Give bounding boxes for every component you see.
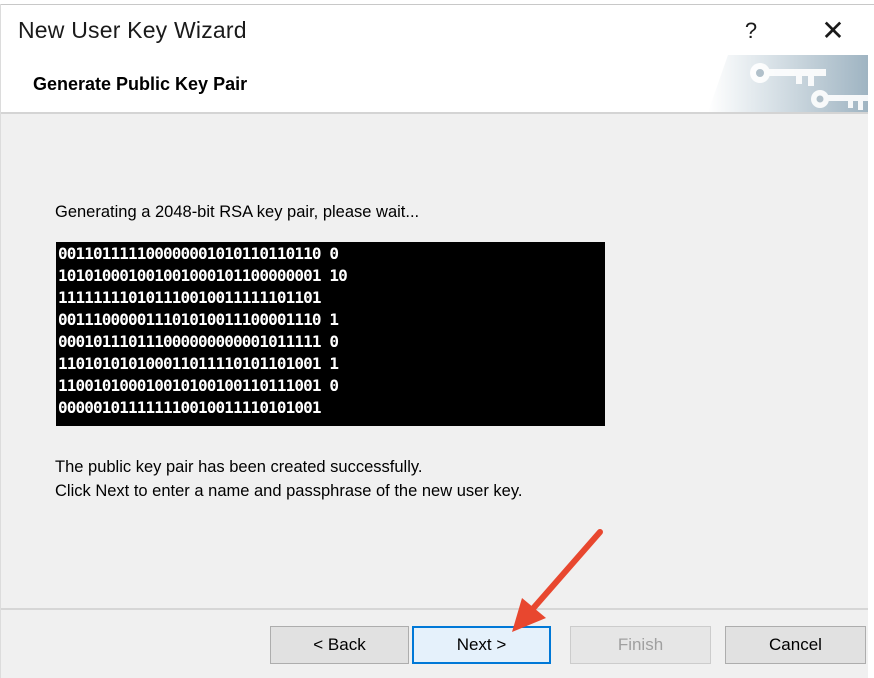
wizard-content: Generating a 2048-bit RSA key pair, plea…	[1, 114, 868, 608]
window-title: New User Key Wizard	[18, 17, 247, 43]
help-button[interactable]: ?	[736, 11, 766, 51]
bit-row: 110010100010010100100110111001 0	[58, 376, 339, 395]
page-title: Generate Public Key Pair	[33, 74, 248, 94]
bit-row: 110101010100011011110101101001 1	[58, 354, 339, 373]
generating-text: Generating a 2048-bit RSA key pair, plea…	[55, 203, 420, 221]
cancel-button[interactable]: Cancel	[725, 626, 866, 664]
title-bar[interactable]: New User Key Wizard ? ✕	[1, 5, 868, 55]
bit-row: 101010001001001000101100000001 10	[58, 266, 348, 285]
finish-button: Finish	[570, 626, 711, 664]
close-button[interactable]: ✕	[813, 11, 853, 51]
instruction-message: Click Next to enter a name and passphras…	[55, 482, 523, 500]
keys-icon	[708, 55, 868, 112]
wizard-header: Generate Public Key Pair	[1, 55, 868, 112]
next-button[interactable]: Next >	[412, 626, 551, 664]
bit-row: 111111110101110010011111101101	[58, 288, 321, 307]
bit-row: 000001011111110010011110101001	[58, 398, 321, 417]
back-button[interactable]: < Back	[270, 626, 409, 664]
bit-row: 001101111100000001010110110110 0	[58, 244, 339, 263]
success-message: The public key pair has been created suc…	[55, 458, 423, 476]
key-generation-display: 001101111100000001010110110110 0 1010100…	[56, 242, 605, 426]
bit-row: 000101110111000000000001011111 0	[58, 332, 339, 351]
bit-row: 001110000011101010011100001110 1	[58, 310, 339, 329]
